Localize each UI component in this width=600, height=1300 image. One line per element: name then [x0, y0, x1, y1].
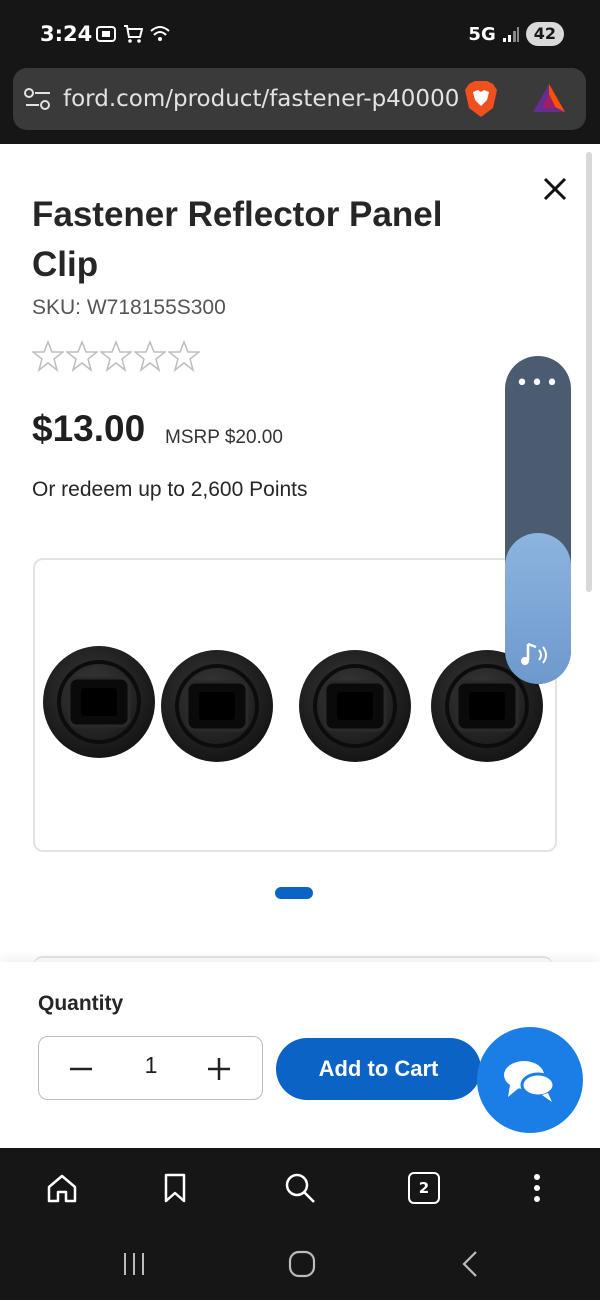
product-title: Fastener Reflector Panel Clip — [32, 195, 443, 284]
url-bar[interactable]: ford.com/product/fastener-p40000 — [13, 68, 586, 130]
brave-rewards-icon[interactable] — [531, 82, 567, 114]
status-right: 5G 42 — [468, 22, 564, 46]
notification-icons — [95, 24, 171, 44]
home-button[interactable] — [42, 1168, 82, 1208]
page-scrollbar[interactable] — [586, 152, 592, 592]
system-navigation-bar — [0, 1228, 600, 1300]
wifi-icon — [150, 26, 170, 41]
star-icon — [66, 340, 98, 372]
star-icon — [134, 340, 166, 372]
chat-icon — [504, 1061, 556, 1102]
browser-header: ford.com/product/fastener-p40000 — [0, 68, 600, 144]
browser-toolbar: 2 — [0, 1148, 600, 1228]
tabs-count: 2 — [408, 1172, 440, 1204]
close-icon[interactable] — [538, 172, 572, 206]
home-circle-icon — [288, 1250, 316, 1278]
search-button[interactable] — [280, 1168, 320, 1208]
screenshot-icon — [96, 26, 116, 42]
more-vertical-icon — [534, 1174, 540, 1202]
home-icon — [47, 1174, 77, 1203]
tabs-button[interactable]: 2 — [404, 1168, 444, 1208]
music-note-icon[interactable] — [518, 640, 552, 670]
chat-button[interactable] — [477, 1027, 583, 1133]
battery-level: 42 — [525, 22, 564, 46]
brave-shields-icon[interactable] — [463, 80, 499, 118]
product-msrp: MSRP $20.00 — [165, 427, 283, 448]
signal-icon — [502, 27, 519, 42]
status-bar: 3:24 5G 42 — [0, 0, 600, 68]
star-icon — [32, 340, 64, 372]
bookmark-icon — [164, 1173, 186, 1203]
bookmarks-button[interactable] — [155, 1168, 195, 1208]
recents-icon — [124, 1253, 144, 1275]
menu-button[interactable] — [517, 1168, 557, 1208]
quantity-label: Quantity — [38, 992, 124, 1015]
points-redeem-text: Or redeem up to 2,600 Points — [32, 478, 308, 501]
status-time: 3:24 — [40, 22, 93, 46]
minus-icon[interactable] — [67, 1055, 95, 1083]
recents-button[interactable] — [114, 1246, 154, 1282]
home-nav-button[interactable] — [282, 1246, 322, 1282]
back-button[interactable] — [450, 1246, 490, 1282]
network-type: 5G — [468, 23, 496, 45]
more-options-icon[interactable]: ••• — [505, 373, 571, 395]
search-icon — [285, 1173, 315, 1203]
carousel-indicator[interactable] — [275, 887, 313, 899]
quantity-stepper[interactable]: 1 — [38, 1036, 263, 1100]
product-price: $13.00 — [32, 408, 146, 449]
product-image — [43, 646, 543, 762]
site-settings-icon[interactable] — [23, 85, 53, 113]
plus-icon[interactable] — [205, 1055, 233, 1083]
product-image-card[interactable] — [33, 558, 557, 852]
quantity-value[interactable]: 1 — [129, 1052, 173, 1079]
add-to-cart-button[interactable]: Add to Cart — [276, 1038, 481, 1100]
back-icon — [462, 1251, 477, 1277]
media-volume-widget[interactable]: ••• — [505, 356, 571, 684]
star-icon — [100, 340, 132, 372]
url-text[interactable]: ford.com/product/fastener-p40000 — [63, 83, 463, 115]
rating-stars[interactable] — [32, 340, 200, 372]
product-sku: SKU: W718155S300 — [32, 296, 226, 319]
star-icon — [168, 340, 200, 372]
cart-icon — [124, 25, 143, 43]
